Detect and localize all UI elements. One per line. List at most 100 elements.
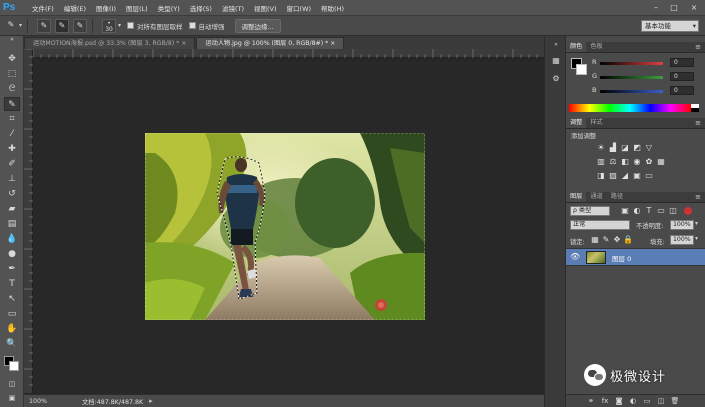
blue-slider[interactable]: B 0 (592, 86, 702, 96)
opacity-input[interactable]: 100% (670, 220, 694, 230)
eraser-tool-icon[interactable]: ▰ (4, 202, 20, 216)
tab-paths[interactable]: 路径 (607, 192, 627, 202)
pen-tool-icon[interactable]: ✒ (4, 262, 20, 276)
eyedropper-tool-icon[interactable]: ⁄ (4, 127, 20, 141)
close-tab-icon[interactable]: × (181, 40, 186, 47)
zoom-level[interactable]: 100% (24, 398, 54, 405)
panel-menu-icon[interactable]: ≡ (695, 192, 701, 202)
vibrance-icon[interactable]: ▽ (644, 143, 654, 153)
move-tool-icon[interactable]: ✥ (4, 52, 20, 66)
menu-select[interactable]: 选择(S) (185, 3, 217, 13)
background-color-swatch[interactable] (576, 64, 587, 75)
tab-layers[interactable]: 图层 (566, 192, 587, 202)
menu-layer[interactable]: 图层(L) (121, 3, 153, 13)
red-slider[interactable]: R 0 (592, 58, 702, 68)
levels-icon[interactable]: ▟ (608, 143, 618, 153)
brush-tool-icon[interactable]: ✐ (4, 157, 20, 171)
panel-menu-icon[interactable]: ≡ (695, 118, 701, 128)
fill-arrow-icon[interactable]: ▾ (695, 235, 698, 242)
new-selection-icon[interactable]: ✎ (37, 18, 52, 33)
fill-input[interactable]: 100% (670, 235, 694, 245)
menu-type[interactable]: 类型(Y) (153, 3, 185, 13)
blend-mode-select[interactable]: 正常 (570, 220, 630, 230)
collapse-dock-icon[interactable]: « (549, 38, 563, 51)
tab-poster-document[interactable]: 运动MOTION海报.psd @ 33.3% (图层 3, RGB/8) * × (24, 37, 196, 49)
lock-position-icon[interactable]: ✥ (612, 235, 622, 245)
invert-icon[interactable]: ◨ (596, 171, 606, 181)
color-spectrum[interactable] (569, 104, 691, 112)
close-tab-icon[interactable]: × (330, 40, 335, 47)
dodge-tool-icon[interactable]: ● (4, 247, 20, 261)
color-lookup-icon[interactable]: ▦ (656, 157, 666, 167)
green-track[interactable] (600, 76, 663, 79)
menu-filter[interactable]: 滤镜(T) (217, 3, 249, 13)
history-brush-tool-icon[interactable]: ↺ (4, 187, 20, 201)
filter-smart-object-icon[interactable]: ◫ (668, 206, 678, 216)
blue-value[interactable]: 0 (670, 86, 694, 95)
healing-brush-tool-icon[interactable]: ✚ (4, 142, 20, 156)
channel-mixer-icon[interactable]: ✿ (644, 157, 654, 167)
selective-color-icon[interactable]: ▣ (632, 171, 642, 181)
vertical-ruler[interactable] (24, 48, 33, 393)
menu-help[interactable]: 帮助(H) (316, 3, 349, 13)
menu-edit[interactable]: 编辑(E) (59, 3, 91, 13)
red-track[interactable] (600, 62, 663, 65)
new-adjustment-layer-icon[interactable]: ◐ (628, 396, 638, 406)
gradient-tool-icon[interactable]: ▤ (4, 217, 20, 231)
green-slider[interactable]: G 0 (592, 72, 702, 82)
add-mask-icon[interactable]: ◙ (614, 396, 624, 406)
menu-image[interactable]: 图像(I) (91, 3, 121, 13)
eye-icon[interactable]: 👁 (570, 252, 580, 262)
black-white-ramp[interactable] (691, 104, 699, 112)
zoom-tool-icon[interactable]: 🔍 (4, 337, 20, 351)
preset-arrow-icon[interactable]: ▾ (19, 22, 22, 29)
link-layers-icon[interactable]: ⚭ (586, 396, 596, 406)
add-layer-style-icon[interactable]: fx (600, 396, 610, 406)
blur-tool-icon[interactable]: 💧 (4, 232, 20, 246)
brush-size-picker[interactable]: • 30 (102, 18, 117, 33)
brush-size-arrow-icon[interactable]: ▾ (118, 22, 121, 29)
tab-channels[interactable]: 通道 (586, 192, 606, 202)
minimize-icon[interactable]: – (650, 2, 662, 13)
blue-track[interactable] (600, 90, 663, 93)
type-tool-icon[interactable]: T (4, 277, 20, 291)
quick-selection-tool-preset-icon[interactable]: ✎ (4, 19, 18, 33)
lock-pixels-icon[interactable]: ✎ (601, 235, 611, 245)
menu-window[interactable]: 窗口(W) (282, 3, 317, 13)
filter-shape-icon[interactable]: ▭ (656, 206, 666, 216)
path-selection-tool-icon[interactable]: ↖ (4, 292, 20, 306)
subtract-from-selection-icon[interactable]: ✎ (73, 18, 88, 33)
delete-layer-icon[interactable]: 🗑 (670, 396, 680, 406)
green-value[interactable]: 0 (670, 72, 694, 81)
layer-filter-select[interactable]: ρ 类型 (570, 206, 610, 216)
filter-pixel-icon[interactable]: ▣ (620, 206, 630, 216)
layer-thumbnail[interactable] (586, 251, 606, 264)
canvas-area[interactable] (34, 59, 544, 394)
threshold-icon[interactable]: ◢ (620, 171, 630, 181)
hue-saturation-icon[interactable]: ▥ (596, 157, 606, 167)
refine-edge-button[interactable]: 调整边缘... (234, 18, 281, 33)
menu-file[interactable]: 文件(F) (27, 3, 59, 13)
gradient-map-icon[interactable]: ▭ (644, 171, 654, 181)
panel-menu-icon[interactable]: ≡ (695, 42, 701, 52)
auto-enhance-checkbox[interactable] (188, 22, 196, 29)
close-icon[interactable]: × (688, 2, 700, 13)
quick-selection-tool-icon[interactable]: ✎ (4, 97, 20, 111)
background-color-swatch[interactable] (9, 361, 19, 371)
collapse-toolbar-icon[interactable]: » (4, 37, 20, 43)
tab-swatches[interactable]: 色板 (586, 42, 606, 52)
add-to-selection-icon[interactable]: ✎ (55, 18, 70, 33)
properties-panel-icon[interactable]: ⚙ (549, 72, 563, 85)
curves-icon[interactable]: ◪ (620, 143, 630, 153)
document-canvas-image[interactable] (145, 133, 425, 320)
new-group-icon[interactable]: ▭ (642, 396, 652, 406)
lasso-tool-icon[interactable]: ᘓ (4, 82, 20, 96)
horizontal-ruler[interactable] (32, 49, 544, 58)
opacity-arrow-icon[interactable]: ▾ (695, 220, 698, 227)
sample-all-layers-checkbox[interactable] (127, 22, 135, 29)
brightness-contrast-icon[interactable]: ☀ (596, 143, 606, 153)
photo-filter-icon[interactable]: ◉ (632, 157, 642, 167)
red-value[interactable]: 0 (670, 58, 694, 67)
screen-mode-icon[interactable]: ▣ (4, 391, 20, 405)
filter-type-icon[interactable]: T (644, 206, 654, 216)
